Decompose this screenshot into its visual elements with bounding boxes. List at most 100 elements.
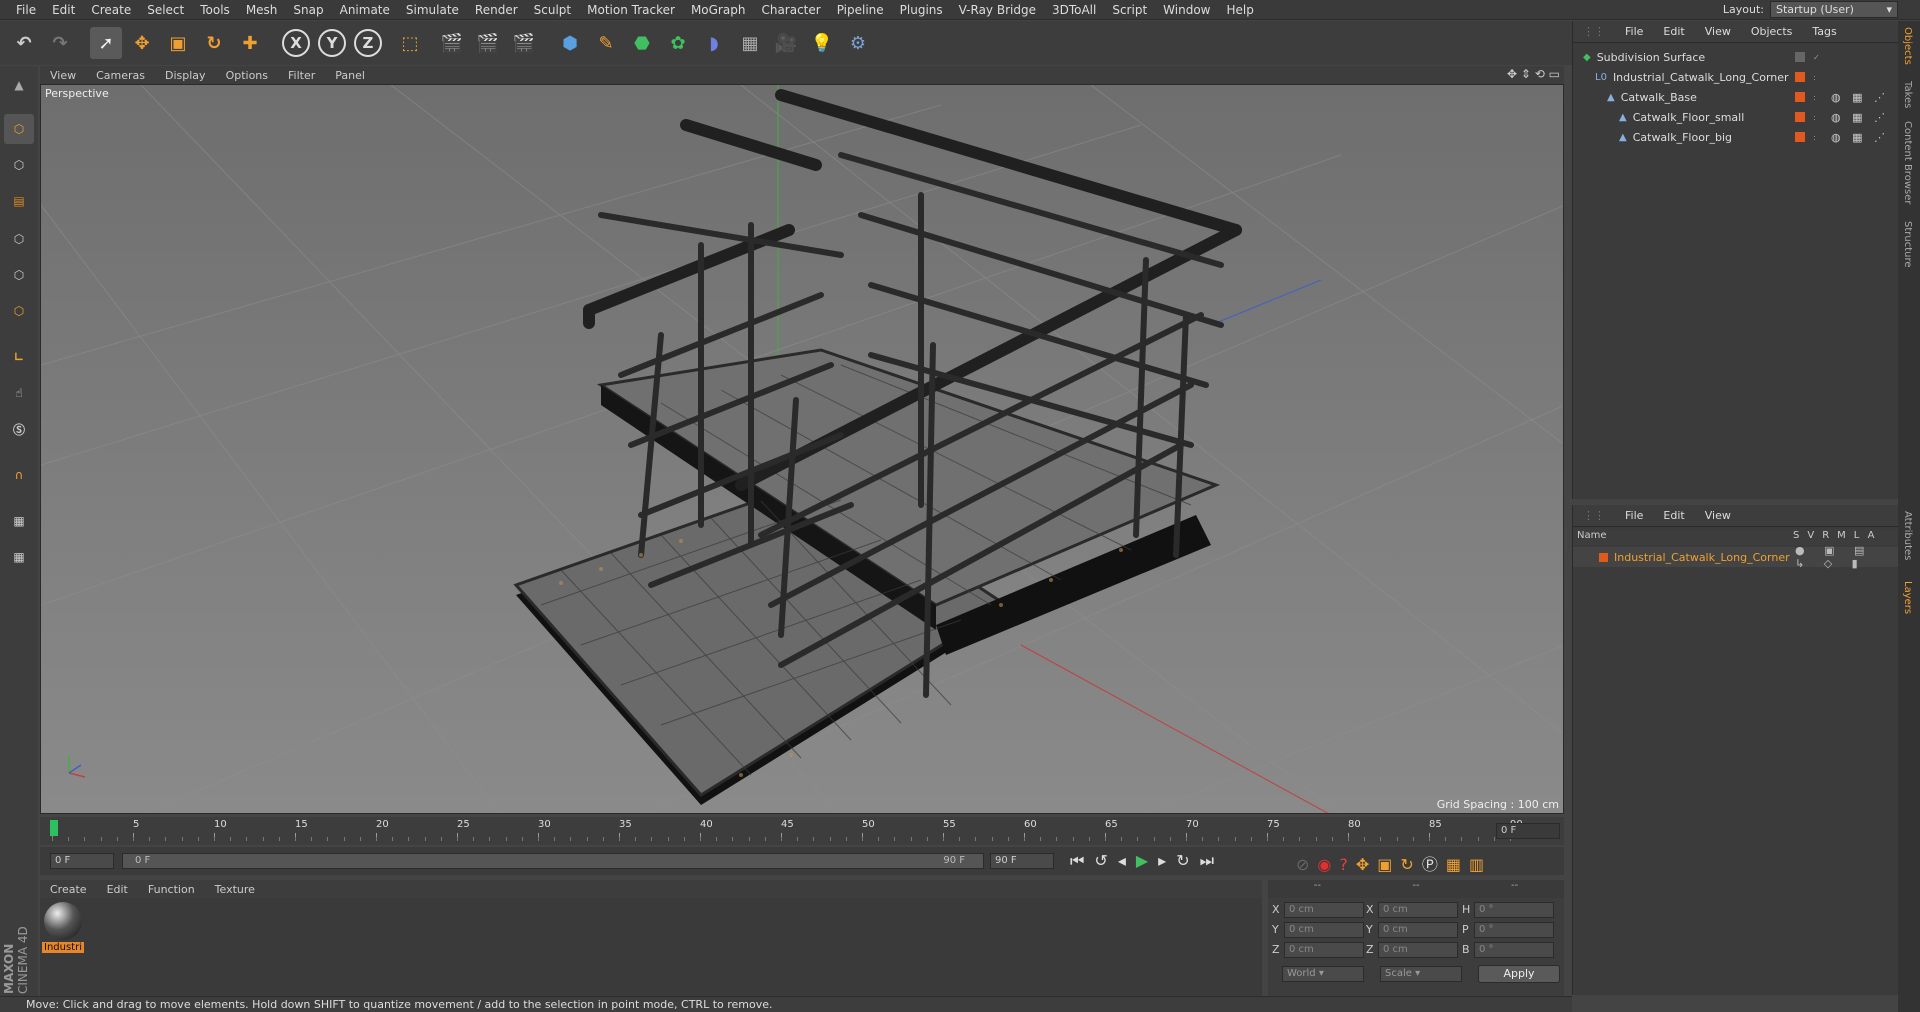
coordinate-system-icon[interactable]: ⬚	[394, 27, 426, 59]
coord-field[interactable]: 0 cm	[1378, 942, 1458, 958]
world-dropdown[interactable]: World ▾	[1282, 966, 1364, 982]
object-layer-swatch[interactable]	[1795, 112, 1805, 122]
key-scale-icon[interactable]: ▣	[1377, 855, 1400, 874]
scale-dropdown[interactable]: Scale ▾	[1380, 966, 1462, 982]
next-frame-icon[interactable]: ▸	[1158, 851, 1176, 870]
viewport-menu-filter[interactable]: Filter	[278, 69, 325, 82]
object-row[interactable]: ▲ Catwalk_Floor_big: ◍ ▦ ⋰	[1573, 127, 1899, 147]
camera-icon[interactable]: 🎥	[770, 27, 802, 59]
menu-snap[interactable]: Snap	[285, 3, 331, 17]
layer-flags[interactable]: ● ▣ ▤ ↳ ◇ ▮	[1795, 544, 1899, 570]
menu-mograph[interactable]: MoGraph	[683, 3, 754, 17]
material-menu-texture[interactable]: Texture	[205, 883, 265, 896]
key-param-icon[interactable]: Ⓟ	[1422, 855, 1446, 874]
menu-create[interactable]: Create	[83, 3, 139, 17]
layout-selector[interactable]: Layout: Startup (User) ▾	[1723, 1, 1898, 18]
layer-menu-view[interactable]: View	[1695, 509, 1741, 522]
object-row[interactable]: ▲ Catwalk_Base: ◍ ▦ ⋰	[1573, 87, 1899, 107]
visibility-dots-icon[interactable]: :	[1813, 113, 1816, 122]
object-layer-swatch[interactable]	[1795, 52, 1805, 62]
visibility-dots-icon[interactable]: ✓	[1813, 53, 1820, 62]
coord-field[interactable]: 0 cm	[1284, 942, 1364, 958]
object-layer-swatch[interactable]	[1795, 132, 1805, 142]
coord-field[interactable]: 0 cm	[1284, 922, 1364, 938]
deformer-icon[interactable]: ◗	[698, 27, 730, 59]
menu-tools[interactable]: Tools	[192, 3, 238, 17]
coord-field[interactable]: 0 cm	[1284, 902, 1364, 918]
lock-workplane-icon[interactable]: ▦	[4, 506, 34, 536]
key-grid-icon[interactable]: ▦	[1446, 855, 1469, 874]
end-frame-field[interactable]: 90 F	[990, 853, 1054, 869]
go-to-end-icon[interactable]: ⏭	[1200, 851, 1224, 870]
magnet-icon[interactable]: ∩	[4, 460, 34, 490]
current-frame-field[interactable]: 0 F	[1496, 823, 1560, 839]
menu-render[interactable]: Render	[467, 3, 526, 17]
menu-pipeline[interactable]: Pipeline	[829, 3, 892, 17]
menu-motion-tracker[interactable]: Motion Tracker	[579, 3, 683, 17]
visibility-dots-icon[interactable]: :	[1813, 73, 1816, 82]
z-axis-icon[interactable]: Z	[354, 29, 382, 57]
key-move-icon[interactable]: ✥	[1356, 855, 1377, 874]
viewport-menu-view[interactable]: View	[40, 69, 86, 82]
object-menu-view[interactable]: View	[1695, 25, 1741, 38]
object-layer-swatch[interactable]	[1795, 72, 1805, 82]
cube-icon[interactable]: ⬢	[554, 27, 586, 59]
render-picture-viewer-icon[interactable]: 🎬	[472, 27, 504, 59]
object-menu-objects[interactable]: Objects	[1741, 25, 1803, 38]
prev-key-icon[interactable]: ↺	[1094, 851, 1117, 870]
menu-simulate[interactable]: Simulate	[398, 3, 467, 17]
go-to-start-icon[interactable]: ⏮	[1070, 851, 1094, 870]
transform-icon[interactable]: ✚	[234, 27, 266, 59]
menu-select[interactable]: Select	[139, 3, 192, 17]
timeline-layout-icon[interactable]: ▥	[1469, 855, 1492, 874]
scale-icon[interactable]: ▣	[162, 27, 194, 59]
menu-script[interactable]: Script	[1104, 3, 1155, 17]
tweak-icon[interactable]: ☝	[4, 378, 34, 408]
viewport-menu-options[interactable]: Options	[216, 69, 278, 82]
material-swatch[interactable]: Industri	[42, 902, 84, 954]
floor-icon[interactable]: ▦	[734, 27, 766, 59]
edges-mode-icon[interactable]: ⬡	[4, 260, 34, 290]
rotate-icon[interactable]: ↻	[198, 27, 230, 59]
autokey-icon[interactable]: ?	[1339, 855, 1356, 874]
record-icon[interactable]: ◉	[1317, 855, 1339, 874]
layout-dropdown[interactable]: Startup (User) ▾	[1770, 1, 1898, 18]
coord-field[interactable]: 0 °	[1474, 902, 1554, 918]
viewport-nav-icons[interactable]: ✥ ⇕ ⟲ ▭	[1507, 67, 1560, 81]
cloner-icon[interactable]: ✿	[662, 27, 694, 59]
play-icon[interactable]: ▶	[1136, 851, 1158, 870]
object-tags[interactable]: ◍ ▦ ⋰	[1831, 111, 1889, 124]
side-tab-content-browser[interactable]: Content Browser	[1902, 121, 1913, 204]
side-tab-attributes[interactable]: Attributes	[1902, 511, 1913, 560]
viewport-menu-cameras[interactable]: Cameras	[86, 69, 155, 82]
object-row[interactable]: L0 Industrial_Catwalk_Long_Corner:	[1573, 67, 1899, 87]
light-icon[interactable]: 💡	[806, 27, 838, 59]
menu-character[interactable]: Character	[753, 3, 828, 17]
side-tab-layers[interactable]: Layers	[1902, 581, 1913, 614]
subdivision-icon[interactable]: ⬣	[626, 27, 658, 59]
record-disabled-icon[interactable]: ⊘	[1296, 855, 1317, 874]
material-menu-function[interactable]: Function	[138, 883, 205, 896]
coord-field[interactable]: 0 cm	[1378, 902, 1458, 918]
y-axis-icon[interactable]: Y	[318, 29, 346, 57]
material-menu-create[interactable]: Create	[40, 883, 97, 896]
menu-file[interactable]: File	[8, 3, 44, 17]
viewport-menu-display[interactable]: Display	[155, 69, 216, 82]
model-mode-icon[interactable]: ⬡	[4, 114, 34, 144]
material-menu-edit[interactable]: Edit	[97, 883, 138, 896]
x-axis-icon[interactable]: X	[282, 29, 310, 57]
side-tab-takes[interactable]: Takes	[1902, 81, 1913, 108]
coord-field[interactable]: 0 cm	[1378, 922, 1458, 938]
make-editable-icon[interactable]: ▲	[4, 70, 34, 100]
select-arrow-icon[interactable]: ➚	[90, 27, 122, 59]
prev-frame-icon[interactable]: ◂	[1118, 851, 1136, 870]
texture-mode-icon[interactable]: ⬡	[4, 150, 34, 180]
side-tab-objects[interactable]: Objects	[1902, 27, 1913, 65]
menu-window[interactable]: Window	[1155, 3, 1218, 17]
snap-icon[interactable]: Ⓢ	[4, 414, 34, 444]
visibility-dots-icon[interactable]: :	[1813, 133, 1816, 142]
menu-plugins[interactable]: Plugins	[892, 3, 951, 17]
key-rotate-icon[interactable]: ↻	[1400, 855, 1421, 874]
viewport-menu-panel[interactable]: Panel	[325, 69, 375, 82]
redo-icon[interactable]: ↷	[44, 27, 76, 59]
